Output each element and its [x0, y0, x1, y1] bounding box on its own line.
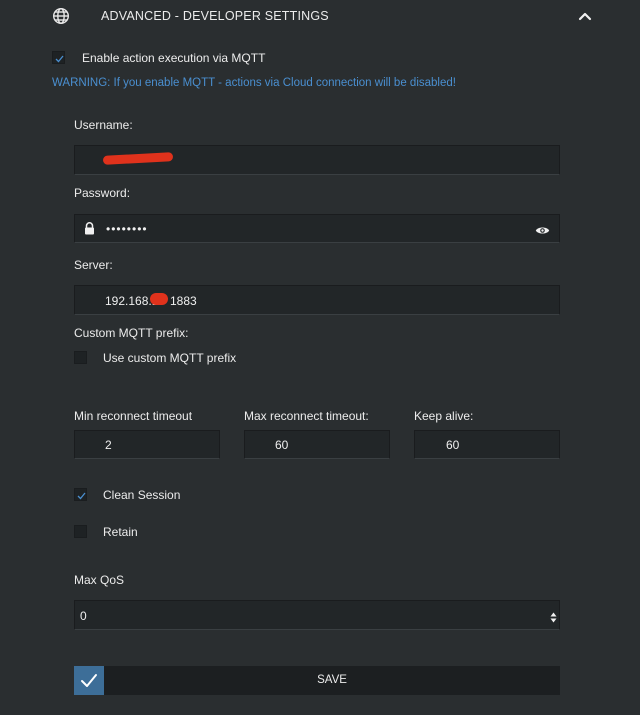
max-qos-select[interactable]: 0	[74, 600, 560, 630]
password-value: ••••••••	[106, 222, 148, 236]
custom-prefix-checkbox[interactable]	[74, 351, 87, 364]
max-qos-value: 0	[80, 609, 87, 623]
password-field[interactable]: ••••••••	[74, 214, 560, 243]
keep-alive-input[interactable]: 60	[414, 430, 560, 459]
custom-prefix-checkbox-label: Use custom MQTT prefix	[103, 351, 237, 365]
keep-alive-label: Keep alive:	[414, 409, 474, 423]
clean-session-label: Clean Session	[103, 488, 181, 502]
max-qos-label: Max QoS	[74, 573, 125, 587]
save-button-label[interactable]: SAVE	[104, 666, 560, 695]
server-label: Server:	[74, 258, 113, 272]
globe-icon	[52, 7, 70, 25]
redaction-mark	[150, 293, 168, 305]
custom-prefix-label: Custom MQTT prefix:	[74, 326, 189, 340]
chevron-up-icon[interactable]	[576, 8, 594, 24]
save-check-icon[interactable]	[74, 666, 104, 695]
min-reconnect-input[interactable]: 2	[74, 430, 220, 459]
username-field[interactable]	[74, 145, 560, 175]
server-value-suffix: 1883	[170, 294, 197, 308]
mqtt-warning: WARNING: If you enable MQTT - actions vi…	[52, 77, 456, 89]
lock-icon	[84, 222, 95, 240]
checkmark-icon	[77, 492, 86, 500]
retain-label: Retain	[103, 525, 138, 539]
checkmark-icon	[55, 55, 64, 63]
section-title: ADVANCED - DEVELOPER SETTINGS	[101, 9, 329, 23]
max-reconnect-input[interactable]: 60	[244, 430, 390, 459]
password-label: Password:	[74, 186, 131, 200]
select-arrows-icon	[550, 610, 557, 628]
server-field[interactable]: 192.168.1 1883	[74, 285, 560, 315]
redaction-mark	[102, 152, 174, 165]
max-reconnect-label: Max reconnect timeout:	[244, 409, 369, 423]
enable-mqtt-label: Enable action execution via MQTT	[82, 51, 266, 65]
retain-checkbox[interactable]	[74, 525, 87, 538]
enable-mqtt-checkbox[interactable]	[52, 51, 65, 64]
clean-session-checkbox[interactable]	[74, 488, 87, 501]
username-label: Username:	[74, 118, 133, 132]
eye-icon[interactable]	[535, 223, 550, 241]
min-reconnect-label: Min reconnect timeout	[74, 409, 193, 423]
